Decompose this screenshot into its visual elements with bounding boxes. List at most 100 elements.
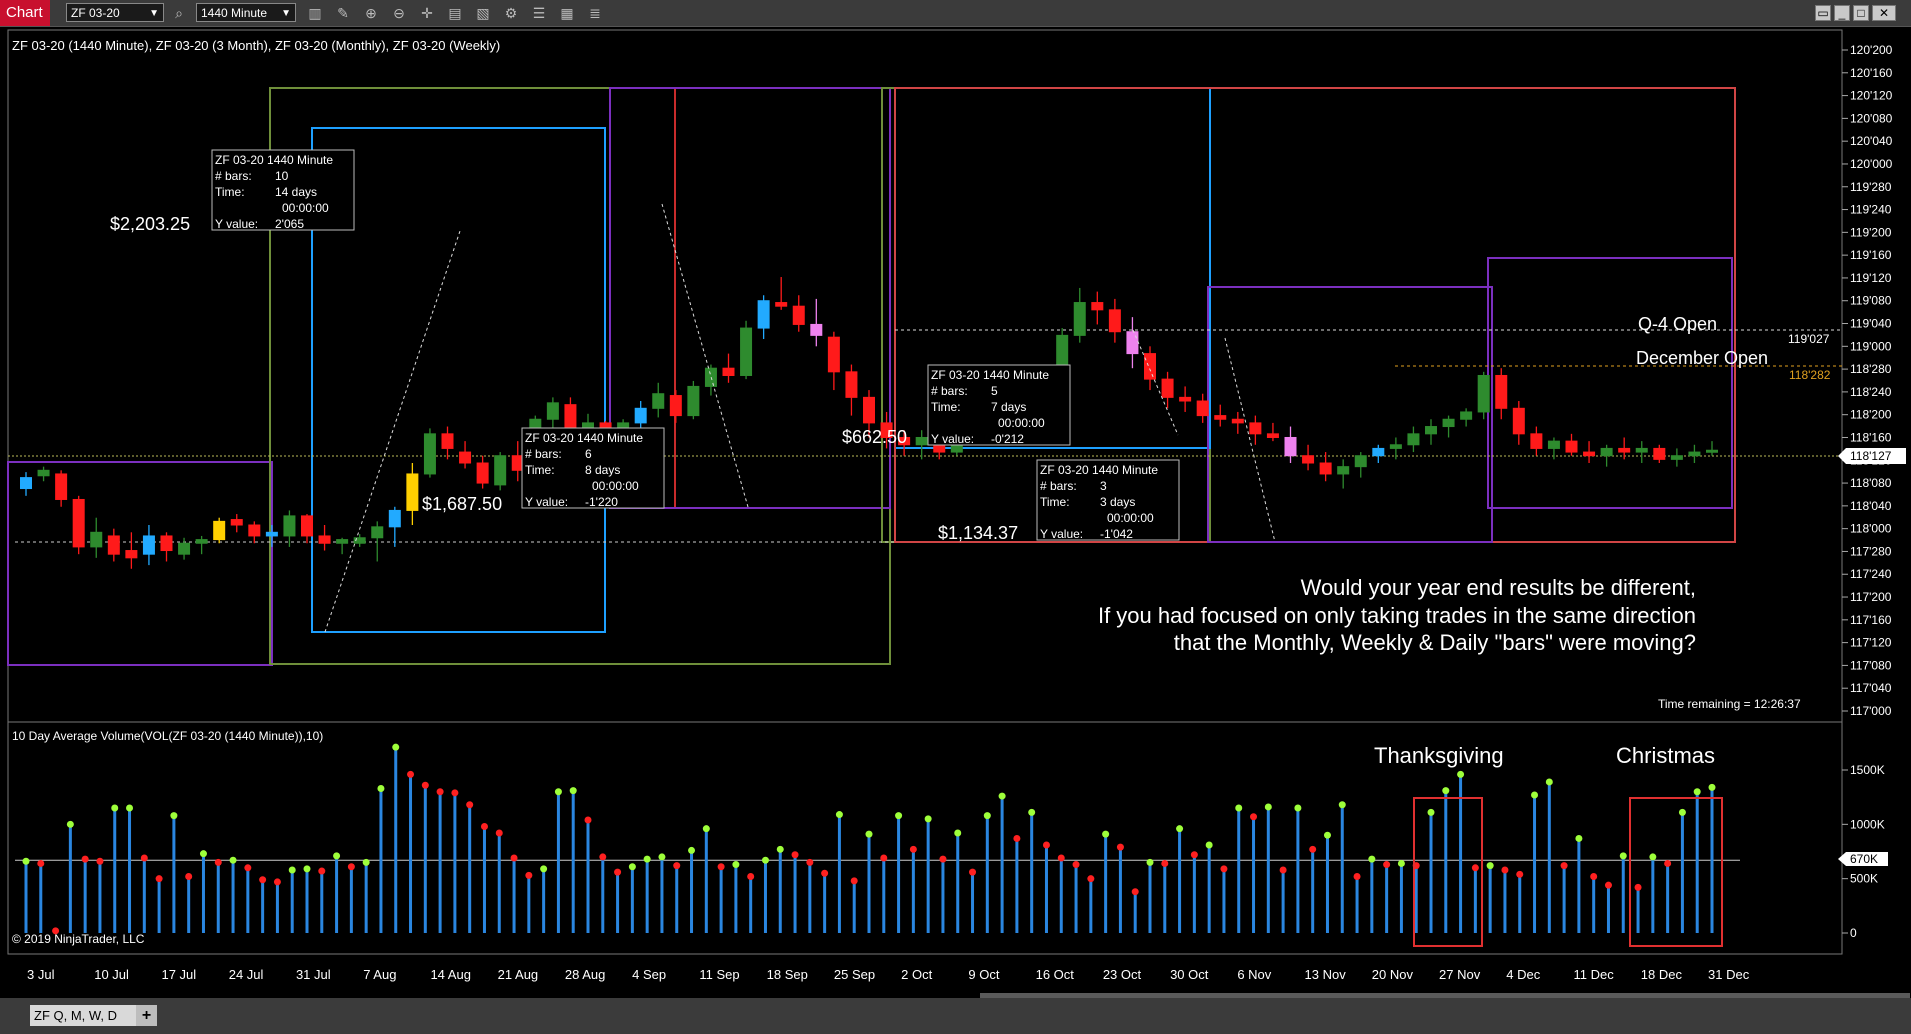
candle-body xyxy=(529,418,542,469)
volume-dot xyxy=(747,872,755,880)
candle-body xyxy=(1266,433,1279,438)
volume-dot xyxy=(37,859,45,867)
volume-dot xyxy=(244,864,252,872)
close-icon[interactable]: ✕ xyxy=(1872,5,1896,21)
period-box xyxy=(1207,286,1493,543)
volume-dot xyxy=(880,854,888,862)
price-axis-label: 117'240 xyxy=(1850,567,1892,581)
period-box xyxy=(609,87,676,509)
volume-dot xyxy=(1235,804,1243,812)
annotation-line: Would your year end results be different… xyxy=(1301,575,1696,600)
volume-dot xyxy=(1072,861,1080,869)
measure-info-box xyxy=(927,364,1071,446)
date-label: 13 Nov xyxy=(1305,967,1347,982)
candle-body xyxy=(1653,447,1666,460)
indicators-icon[interactable]: ▧ xyxy=(474,4,492,22)
period-box xyxy=(894,87,1211,449)
price-axis-label: 120'200 xyxy=(1850,43,1893,57)
volume-axis-label: 1000K xyxy=(1850,817,1885,831)
add-tab-button[interactable]: + xyxy=(136,1005,157,1026)
search-icon[interactable]: ⌕ xyxy=(170,4,188,22)
volume-dot xyxy=(1146,858,1154,866)
price-axis-label: 118'120 xyxy=(1850,453,1892,467)
volume-dot xyxy=(52,927,60,935)
window-layout-icon[interactable]: ▭ xyxy=(1815,5,1831,21)
zoom-out-icon[interactable]: ⊖ xyxy=(390,4,408,22)
templates-icon[interactable]: ▦ xyxy=(558,4,576,22)
price-axis-label: 119'280 xyxy=(1850,180,1892,194)
candle-body xyxy=(775,302,788,307)
volume-dot xyxy=(1678,808,1686,816)
info-box-bars-label: # bars: xyxy=(215,169,252,183)
candle-body xyxy=(1600,447,1613,457)
info-box-yvalue-value: -1'042 xyxy=(1100,527,1133,541)
chart-menu-button[interactable]: Chart xyxy=(0,0,50,26)
volume-dot xyxy=(1294,804,1302,812)
candle-body xyxy=(160,535,173,552)
price-axis-label: 119'120 xyxy=(1850,271,1892,285)
candle-body xyxy=(1003,393,1016,420)
candle-body xyxy=(669,395,682,417)
volume-dot xyxy=(835,811,843,819)
price-axis-label: 119'240 xyxy=(1850,203,1892,217)
candle-body xyxy=(441,433,454,449)
strategies-icon[interactable]: ⚙ xyxy=(502,4,520,22)
candle-body xyxy=(1073,302,1086,336)
draw-icon[interactable]: ✎ xyxy=(334,4,352,22)
volume-dot xyxy=(214,858,222,866)
candle-body xyxy=(652,393,665,409)
instrument-selector[interactable]: ZF 03-20 ▼ xyxy=(66,3,164,22)
candle-body xyxy=(459,451,472,464)
zoom-in-icon[interactable]: ⊕ xyxy=(362,4,380,22)
price-axis-label: 117'200 xyxy=(1850,590,1892,604)
volume-dot xyxy=(525,871,533,879)
volume-dot xyxy=(1042,841,1050,849)
date-label: 31 Jul xyxy=(296,967,331,982)
list-icon[interactable]: ≣ xyxy=(586,4,604,22)
volume-dot xyxy=(1176,825,1184,833)
candle-body xyxy=(1144,353,1156,380)
candle-body xyxy=(1477,374,1490,413)
minimize-icon[interactable]: _ xyxy=(1834,5,1850,21)
chart-title: ZF 03-20 (1440 Minute), ZF 03-20 (3 Mont… xyxy=(12,38,501,53)
volume-dot xyxy=(1516,870,1524,878)
candle-body xyxy=(406,473,419,511)
bar-style-icon[interactable]: ▥ xyxy=(306,4,324,22)
q4-open-value: 119'027 xyxy=(1788,332,1830,346)
volume-dot xyxy=(1486,862,1494,870)
candle-body xyxy=(968,400,981,424)
candle-body xyxy=(1196,400,1209,417)
candle-body xyxy=(371,526,384,539)
info-box-time-value: 14 days xyxy=(275,185,317,199)
volume-dot xyxy=(969,868,977,876)
info-box-bars-label: # bars: xyxy=(1040,479,1077,493)
chevron-down-icon: ▼ xyxy=(281,8,291,19)
candle-body xyxy=(1389,444,1402,449)
candle-body xyxy=(107,535,120,555)
volume-dot xyxy=(791,851,799,859)
price-axis-label: 119'000 xyxy=(1850,339,1892,353)
christmas-label: Christmas xyxy=(1616,743,1715,768)
maximize-icon[interactable]: □ xyxy=(1853,5,1869,21)
properties-icon[interactable]: ☰ xyxy=(530,4,548,22)
candle-body xyxy=(1179,396,1192,402)
interval-selector[interactable]: 1440 Minute ▼ xyxy=(196,3,296,22)
candle-body xyxy=(582,422,594,429)
period-box xyxy=(7,461,273,666)
crosshair-icon[interactable]: ✛ xyxy=(418,4,436,22)
candle-body xyxy=(792,305,805,325)
candle-body xyxy=(1354,455,1367,468)
volume-dot xyxy=(303,865,311,873)
volume-dot xyxy=(1427,808,1435,816)
candle-body xyxy=(863,396,875,424)
date-label: 18 Dec xyxy=(1641,967,1683,982)
info-box-title: ZF 03-20 1440 Minute xyxy=(1040,463,1158,477)
candle-body xyxy=(704,367,717,387)
candle-body xyxy=(1670,455,1683,460)
volume-dot xyxy=(362,858,370,866)
candle-body xyxy=(265,531,278,537)
volume-axis-label: 0 xyxy=(1850,926,1857,940)
price-axis-label: 117'120 xyxy=(1850,636,1892,650)
candle-body xyxy=(1126,331,1139,355)
data-box-icon[interactable]: ▤ xyxy=(446,4,464,22)
